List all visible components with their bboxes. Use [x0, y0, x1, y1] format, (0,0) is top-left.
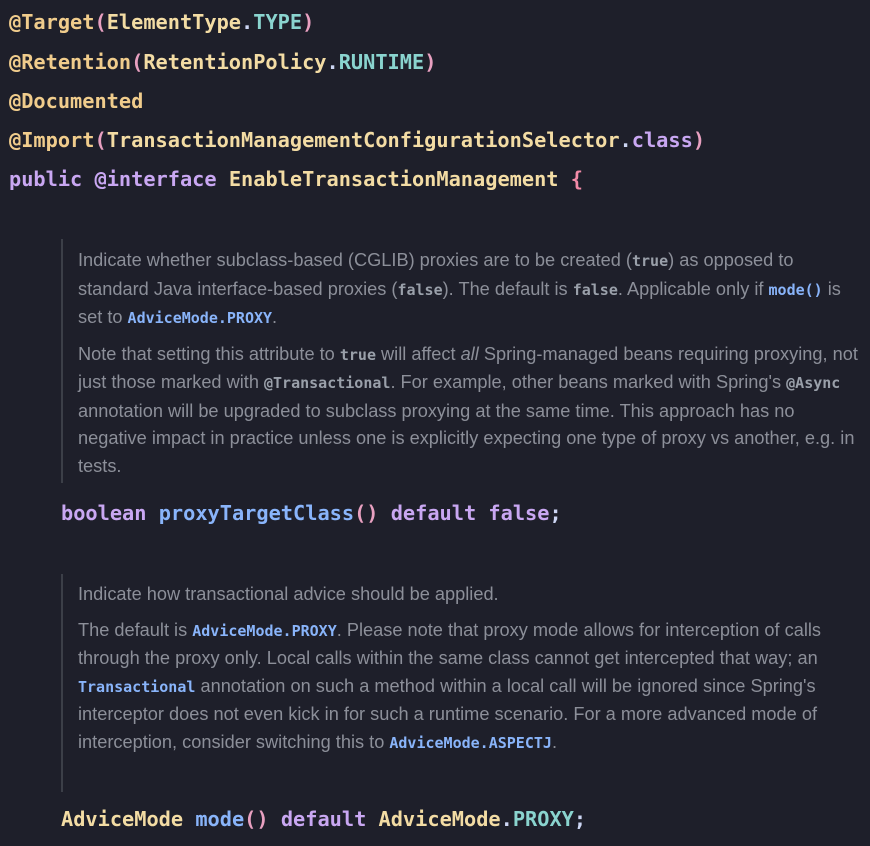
doc-paragraph: Note that setting this attribute to true… [78, 343, 858, 476]
keyword: default [280, 807, 367, 831]
paren: ( [131, 50, 144, 74]
doc-paragraph: Indicate how transactional advice should… [78, 584, 499, 604]
code-line-documented-annotation: @Documented [9, 88, 143, 114]
type-name: AdviceMode [378, 807, 501, 831]
paren: ( [94, 10, 107, 34]
dot: . [241, 10, 254, 34]
code-line-mode: AdviceMode mode() default AdviceMode.PRO… [61, 806, 586, 832]
paren: ) [692, 128, 706, 152]
annotation-name: @Import [9, 128, 95, 152]
enum-constant: RUNTIME [338, 50, 425, 74]
doc-paragraph: Indicate whether subclass-based (CGLIB) … [78, 250, 841, 327]
brace: { [570, 167, 583, 191]
keyword: boolean [61, 501, 147, 525]
javadoc-proxy-target-class: Indicate whether subclass-based (CGLIB) … [61, 239, 858, 483]
javadoc-mode: Indicate how transactional advice should… [61, 574, 858, 792]
paren: () [244, 807, 269, 831]
link-advice-mode-aspectj[interactable]: AdviceMode.ASPECTJ [389, 734, 552, 752]
keyword: @interface [94, 167, 217, 191]
semicolon: ; [549, 501, 562, 525]
code-line-proxy-target-class: boolean proxyTargetClass() default false… [61, 500, 562, 526]
link-transactional[interactable]: Transactional [78, 678, 195, 696]
type-name: TransactionManagementConfigurationSelect… [106, 128, 620, 152]
link-advice-mode-proxy[interactable]: AdviceMode.PROXY [128, 309, 273, 327]
doc-paragraph: The default is AdviceMode.PROXY. Please … [78, 619, 821, 752]
keyword: public [9, 167, 83, 191]
semicolon: ; [573, 807, 587, 831]
type-name: ElementType [106, 10, 242, 34]
dot: . [326, 50, 339, 74]
keyword: class [631, 128, 693, 152]
annotation-name: @Target [9, 10, 95, 34]
keyword: false [488, 501, 550, 525]
type-name: RetentionPolicy [143, 50, 327, 74]
code-editor[interactable]: @Target(ElementType.TYPE) @Retention(Ret… [0, 0, 870, 846]
code-line-import-annotation: @Import(TransactionManagementConfigurati… [9, 127, 705, 153]
annotation-name: @Documented [9, 89, 144, 113]
dot: . [619, 128, 632, 152]
paren: ) [424, 50, 437, 74]
paren: () [354, 501, 379, 525]
link-advice-mode-proxy[interactable]: AdviceMode.PROXY [192, 622, 337, 640]
type-name: AdviceMode [61, 807, 184, 831]
link-mode[interactable]: mode() [769, 281, 823, 299]
method-name: proxyTargetClass [158, 501, 355, 525]
paren: ) [302, 10, 315, 34]
enum-constant: TYPE [253, 10, 303, 34]
interface-name: EnableTransactionManagement [228, 167, 559, 191]
code-line-target-annotation: @Target(ElementType.TYPE) [9, 9, 314, 35]
annotation-name: @Retention [9, 50, 132, 74]
paren: ( [94, 128, 107, 152]
dot: . [500, 807, 513, 831]
code-line-retention-annotation: @Retention(RetentionPolicy.RUNTIME) [9, 49, 436, 75]
code-line-interface-declaration: public @interface EnableTransactionManag… [9, 166, 583, 192]
keyword: default [390, 501, 477, 525]
enum-constant: PROXY [512, 807, 574, 831]
method-name: mode [195, 807, 245, 831]
